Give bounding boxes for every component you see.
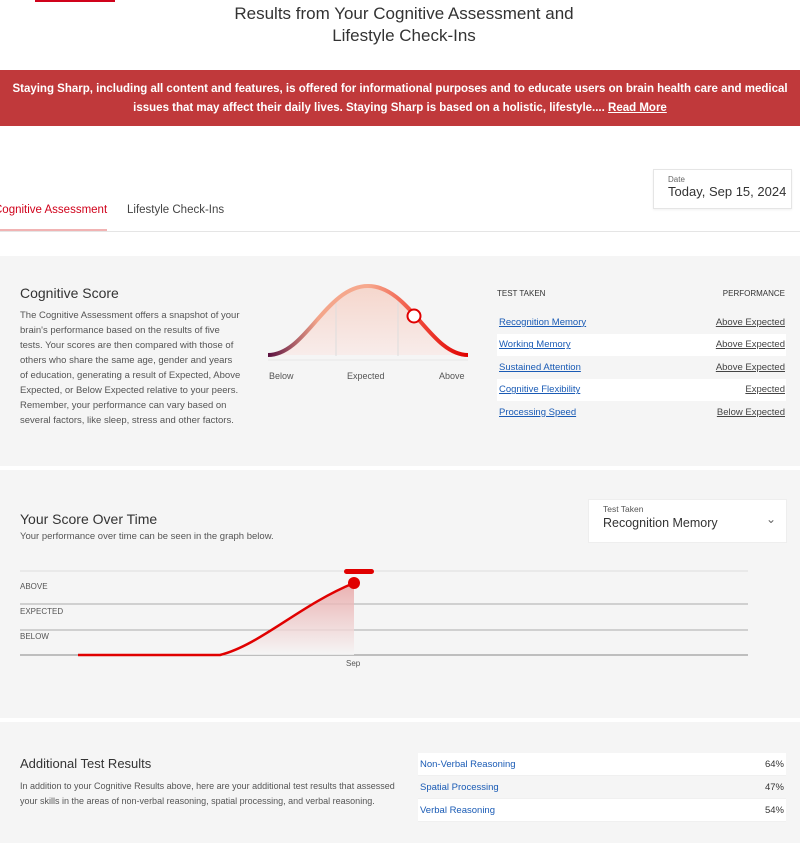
score-marker (406, 308, 422, 324)
column-header: TEST TAKEN (497, 289, 546, 298)
performance-value[interactable]: Expected (745, 384, 785, 395)
list-item: Spatial Processing 47% (418, 776, 786, 799)
active-nav-indicator (35, 0, 115, 2)
date-label: Date (668, 175, 685, 184)
performance-value[interactable]: Above Expected (716, 362, 785, 373)
test-link[interactable]: Processing Speed (499, 407, 576, 418)
test-link[interactable]: Recognition Memory (499, 317, 586, 328)
score-over-time-section: Your Score Over Time Your performance ov… (0, 470, 800, 718)
read-more-link[interactable]: Read More (608, 102, 667, 114)
section-description: The Cognitive Assessment offers a snapsh… (20, 310, 241, 426)
point-tooltip-tab (344, 569, 374, 574)
performance-value[interactable]: Above Expected (716, 339, 785, 350)
title-line: Results from Your Cognitive Assessment a… (234, 4, 574, 23)
table-row: Processing Speed Below Expected (497, 401, 786, 424)
title-line: Lifestyle Check-Ins (332, 26, 476, 45)
section-title: Additional Test Results (20, 756, 152, 771)
test-results-table: TEST TAKEN PERFORMANCE Recognition Memory… (497, 289, 786, 424)
select-value: Recognition Memory (603, 516, 718, 530)
section-title: Cognitive Score (20, 285, 119, 301)
tab-lifestyle-check-ins[interactable]: Lifestyle Check-Ins (127, 204, 224, 216)
y-label-expected: EXPECTED (20, 607, 64, 616)
section-title: Your Score Over Time (20, 511, 158, 527)
curve-label-above: Above (439, 371, 465, 381)
date-picker[interactable]: Date Today, Sep 15, 2024 (653, 169, 792, 209)
x-tick-label: Sep (346, 659, 361, 668)
list-item: Verbal Reasoning 54% (418, 799, 786, 822)
additional-results-section: Additional Test Results In addition to y… (0, 722, 800, 843)
additional-results-table: Non-Verbal Reasoning 64% Spatial Processin… (418, 753, 786, 822)
test-link[interactable]: Working Memory (499, 339, 571, 350)
curve-label-expected: Expected (347, 371, 385, 381)
test-link[interactable]: Cognitive Flexibility (499, 384, 580, 395)
section-description: In addition to your Cognitive Results ab… (20, 781, 395, 806)
select-label: Test Taken (603, 504, 644, 514)
disclaimer-banner: Staying Sharp, including all content and… (0, 70, 800, 126)
table-row: Recognition Memory Above Expected (497, 311, 786, 334)
tab-divider (0, 231, 800, 232)
chevron-down-icon: ⌄ (765, 512, 776, 526)
test-score: 47% (764, 781, 784, 793)
list-item: Non-Verbal Reasoning 64% (418, 753, 786, 776)
column-header: PERFORMANCE (722, 289, 785, 298)
bell-curve-graphic (267, 283, 469, 361)
y-label-above: ABOVE (20, 582, 48, 591)
table-row: Cognitive Flexibility Expected (497, 378, 786, 401)
table-header: TEST TAKEN PERFORMANCE (497, 289, 786, 311)
performance-value[interactable]: Below Expected (717, 407, 785, 418)
score-line-chart (20, 569, 748, 657)
y-label-below: BELOW (20, 632, 49, 641)
banner-text: Staying Sharp, including all content and… (12, 83, 788, 114)
test-taken-select[interactable]: Test Taken Recognition Memory ⌄ (588, 499, 787, 543)
test-score: 64% (764, 758, 784, 770)
curve-label-below: Below (269, 371, 294, 381)
test-score: 54% (764, 804, 784, 816)
test-name[interactable]: Spatial Processing (420, 782, 499, 793)
table-row: Working Memory Above Expected (497, 333, 786, 356)
date-value: Today, Sep 15, 2024 (668, 184, 787, 199)
test-name[interactable]: Non-Verbal Reasoning (420, 759, 516, 770)
cognitive-score-section: Cognitive Score The Cognitive Assessment… (0, 256, 800, 466)
table-row: Sustained Attention Above Expected (497, 356, 786, 379)
data-point-sep[interactable] (348, 577, 360, 589)
test-link[interactable]: Sustained Attention (499, 362, 581, 373)
performance-value[interactable]: Above Expected (716, 317, 785, 328)
section-subtitle: Your performance over time can be seen i… (20, 531, 274, 542)
tab-cognitive-assessment[interactable]: Cognitive Assessment (0, 204, 107, 216)
test-name[interactable]: Verbal Reasoning (420, 805, 495, 816)
page-title: Results from Your Cognitive Assessment a… (0, 3, 800, 47)
